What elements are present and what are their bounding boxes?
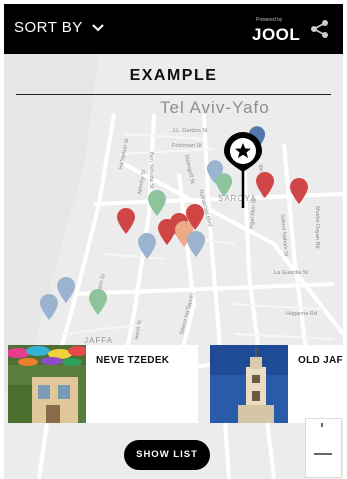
brand-name: JOOL <box>252 25 301 44</box>
top-bar: SORT BY Powered by JOOL <box>4 4 343 54</box>
app-frame: SORT BY Powered by JOOL EXAMPLE Tel Aviv… <box>4 4 343 479</box>
zoom-in-button[interactable] <box>321 423 323 427</box>
featured-location-pin[interactable] <box>222 132 264 210</box>
share-icon[interactable] <box>310 19 330 39</box>
place-photo <box>8 345 86 423</box>
street-label: Frishman St <box>172 143 202 149</box>
map-pin[interactable] <box>289 177 309 205</box>
brand-logo: Powered by JOOL <box>252 15 302 47</box>
map-view[interactable]: EXAMPLE Tel Aviv-Yafo J.L. Gordon St Fri… <box>4 54 343 479</box>
zoom-out-button[interactable] <box>314 453 332 455</box>
map-pin[interactable] <box>88 288 108 316</box>
street-label: Moshe Dayan Rd <box>314 206 320 249</box>
map-pin[interactable] <box>39 293 59 321</box>
district-label: JAFFA <box>84 336 114 345</box>
street-label: Haganna Rd <box>286 311 317 317</box>
sort-by-label: SORT BY <box>14 19 83 36</box>
street-label: La Guardia St <box>274 270 308 276</box>
place-photo <box>210 345 288 423</box>
city-label: Tel Aviv-Yafo <box>160 98 270 117</box>
map-title: EXAMPLE <box>129 67 218 84</box>
zoom-controls <box>305 418 342 478</box>
street-label: Ben Yehuda St <box>148 152 154 189</box>
place-card[interactable]: NEVE TZEDEK <box>8 345 198 423</box>
map-pin[interactable] <box>137 232 157 260</box>
chevron-down-icon <box>92 23 104 31</box>
map-pin[interactable] <box>56 276 76 304</box>
title-divider <box>16 94 331 95</box>
brand-tagline: Powered by <box>256 17 283 23</box>
show-list-button[interactable]: SHOW LIST <box>124 440 210 470</box>
map-pin[interactable] <box>116 207 136 235</box>
sort-by-dropdown[interactable]: SORT BY <box>14 19 104 36</box>
map-pin[interactable] <box>186 230 206 258</box>
place-card[interactable]: OLD JAFFA <box>210 345 343 423</box>
street-label: J.L. Gordon St <box>172 128 208 134</box>
place-name: NEVE TZEDEK <box>96 355 170 366</box>
map-pin[interactable] <box>147 189 167 217</box>
place-name: OLD JAFFA <box>298 355 343 366</box>
